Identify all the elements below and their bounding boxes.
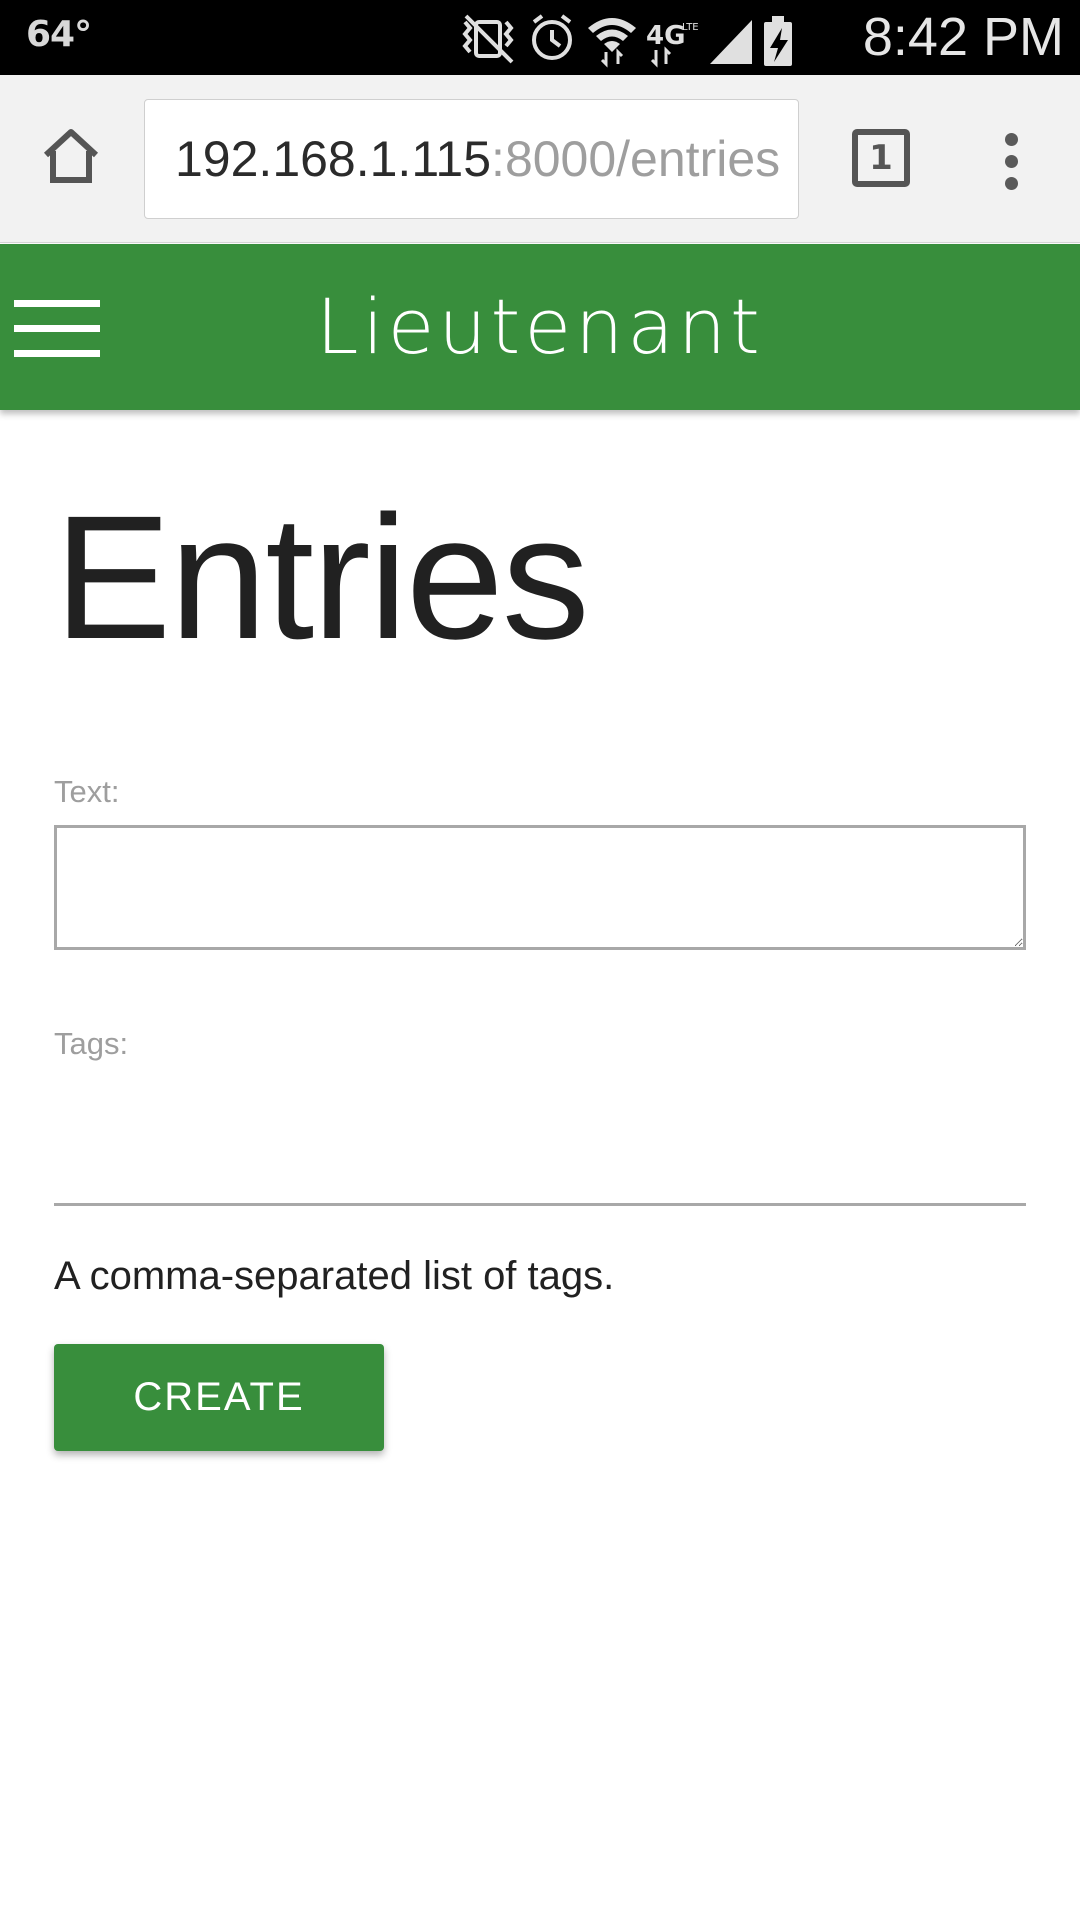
create-button[interactable]: CREATE — [54, 1344, 384, 1451]
browser-toolbar: 192.168.1.115:8000/entries 1 — [0, 75, 1080, 243]
url-path: :8000/entries — [491, 131, 781, 187]
status-icons: 4G LTE — [462, 14, 792, 68]
tab-switcher-button[interactable]: 1 — [852, 129, 910, 187]
mute-vibrate-icon — [462, 14, 514, 64]
app-bar: Lieutenant — [0, 244, 1080, 410]
page-title: Entries — [54, 480, 590, 676]
svg-text:LTE: LTE — [682, 22, 699, 33]
4g-lte-icon: 4G LTE — [646, 21, 699, 68]
alarm-icon — [532, 14, 572, 60]
clock: 8:42 PM — [862, 7, 1064, 67]
battery-charging-icon — [764, 16, 792, 66]
overflow-menu-icon[interactable] — [996, 133, 1026, 193]
wifi-icon — [588, 18, 636, 68]
app-title: Lieutenant — [316, 282, 764, 371]
tags-field-label: Tags: — [54, 1026, 129, 1061]
tags-input[interactable] — [54, 1110, 1026, 1206]
address-bar[interactable]: 192.168.1.115:8000/entries — [144, 99, 799, 219]
home-icon[interactable] — [40, 125, 102, 187]
tags-help-text: A comma-separated list of tags. — [54, 1254, 615, 1298]
svg-text:4G: 4G — [646, 21, 685, 51]
signal-icon — [710, 20, 752, 64]
hamburger-menu-icon[interactable] — [14, 300, 100, 358]
text-field-label: Text: — [54, 774, 120, 809]
url-host: 192.168.1.115 — [175, 131, 492, 187]
temperature-readout: 64° — [26, 14, 92, 55]
text-field[interactable] — [54, 825, 1026, 950]
status-bar: 64° 4G LTE 8:42 PM — [0, 0, 1080, 75]
